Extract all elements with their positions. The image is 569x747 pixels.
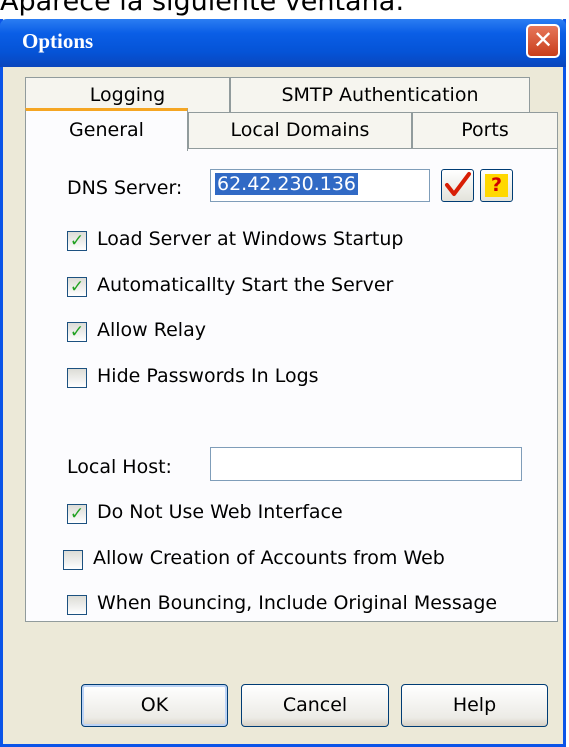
- label-hide-passwords-in-logs: Hide Passwords In Logs: [97, 365, 319, 387]
- tab-ports[interactable]: Ports: [412, 112, 558, 149]
- verify-dns-button[interactable]: [441, 169, 474, 202]
- checkbox-load-server-at-startup[interactable]: ✓: [67, 231, 87, 251]
- label-do-not-use-web-interface: Do Not Use Web Interface: [97, 501, 343, 523]
- close-icon: ✕: [532, 26, 554, 54]
- tab-label-local-domains: Local Domains: [230, 119, 370, 141]
- help-button-label: Help: [452, 694, 497, 716]
- tab-label-ports: Ports: [461, 119, 509, 141]
- question-mark-icon: ?: [485, 174, 508, 197]
- ok-button-label: OK: [140, 694, 169, 716]
- window-title: Options: [22, 29, 94, 53]
- label-automatically-start-server: Automaticallty Start the Server: [97, 274, 394, 296]
- cancel-button[interactable]: Cancel: [241, 684, 389, 727]
- checkbox-hide-passwords-in-logs[interactable]: [67, 368, 87, 388]
- ok-button[interactable]: OK: [81, 684, 228, 727]
- cancel-button-label: Cancel: [282, 694, 348, 716]
- label-allow-creation-of-accounts: Allow Creation of Accounts from Web: [93, 547, 445, 569]
- tab-label-general: General: [69, 119, 144, 141]
- help-button[interactable]: Help: [401, 684, 548, 727]
- local-host-label: Local Host:: [67, 456, 172, 478]
- dns-server-input[interactable]: 62.42.230.136: [210, 169, 430, 202]
- dns-help-button[interactable]: ?: [480, 169, 513, 202]
- red-checkmark-icon: [445, 172, 471, 196]
- tab-smtp-authentication[interactable]: SMTP Authentication: [230, 77, 530, 114]
- checkbox-allow-relay[interactable]: ✓: [67, 322, 87, 342]
- title-bar[interactable]: Options: [0, 19, 566, 67]
- checkbox-do-not-use-web-interface[interactable]: ✓: [67, 504, 87, 524]
- caption-text: Aparece la siguiente ventana:: [0, 0, 405, 17]
- tab-label-logging: Logging: [89, 84, 166, 106]
- tab-general[interactable]: General: [25, 108, 188, 151]
- checkbox-automatically-start-server[interactable]: ✓: [67, 277, 87, 297]
- label-include-original-message: When Bouncing, Include Original Message: [97, 592, 498, 614]
- label-load-server-at-startup: Load Server at Windows Startup: [97, 228, 404, 250]
- local-host-input[interactable]: [210, 447, 522, 481]
- dns-server-value: 62.42.230.136: [215, 173, 359, 195]
- checkbox-include-original-message[interactable]: [67, 595, 87, 615]
- dns-server-label: DNS Server:: [67, 177, 183, 199]
- close-button[interactable]: ✕: [526, 24, 560, 58]
- question-mark-glyph: ?: [490, 174, 503, 196]
- tab-local-domains[interactable]: Local Domains: [188, 112, 412, 149]
- checkbox-allow-creation-of-accounts[interactable]: [63, 550, 83, 570]
- tab-label-smtp-authentication: SMTP Authentication: [281, 84, 479, 106]
- label-allow-relay: Allow Relay: [97, 319, 206, 341]
